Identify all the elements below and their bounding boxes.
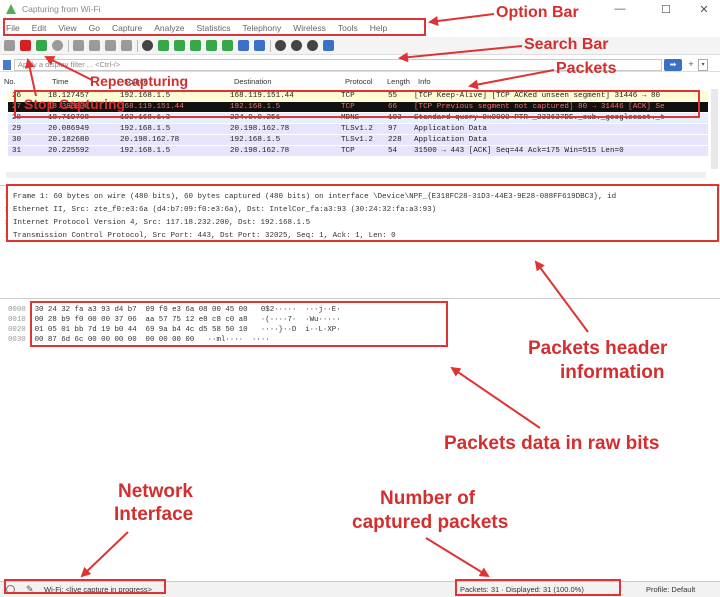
raw-bits-highlight-box (30, 301, 448, 347)
cell-source: 192.168.1.5 (120, 125, 171, 133)
window-title: Capturing from Wi-Fi (22, 4, 101, 14)
packets-label: Packets (556, 60, 617, 77)
back-icon[interactable] (158, 40, 169, 51)
wireshark-app-icon (6, 4, 16, 14)
forward-icon[interactable] (174, 40, 185, 51)
captured-label-1: Number of (380, 488, 475, 509)
restart-icon[interactable] (36, 40, 47, 51)
apply-filter-button[interactable]: ➡ (664, 59, 682, 71)
zoom-reset-icon[interactable] (307, 40, 318, 51)
zoom-in-icon[interactable] (275, 40, 286, 51)
column-length[interactable]: Length (387, 77, 410, 86)
packet-row[interactable]: 30 20.182680 20.198.162.78 192.168.1.5 TLSv1… (8, 135, 708, 145)
first-icon[interactable] (206, 40, 217, 51)
cell-source: 192.168.1.5 (120, 147, 171, 155)
toolbar-divider (270, 39, 271, 52)
main-toolbar (0, 37, 720, 55)
goto-icon[interactable] (190, 40, 201, 51)
filter-dropdown-icon[interactable]: ▾ (698, 59, 708, 71)
cell-protocol: TLSv1.2 (341, 136, 373, 144)
close-button[interactable]: ✕ (684, 0, 720, 18)
cell-protocol: TLSv1.2 (341, 125, 373, 133)
bookmark-icon[interactable] (3, 60, 11, 70)
cell-source: 20.198.162.78 (120, 136, 180, 144)
column-destination[interactable]: Destination (234, 77, 272, 86)
packet-row[interactable]: 31 20.225592 192.168.1.5 20.198.162.78 TCP 54… (8, 146, 708, 156)
captured-label-2: captured packets (352, 512, 509, 533)
repecapturing-label: Repecapturing (90, 73, 189, 89)
close-file-icon[interactable] (105, 40, 116, 51)
maximize-button[interactable]: ☐ (646, 0, 686, 18)
cell-time: 20.225592 (48, 147, 90, 155)
cell-protocol: TCP (341, 147, 355, 155)
cell-length: 54 (388, 147, 398, 155)
option-bar-highlight (3, 18, 426, 36)
profile-status[interactable]: Profile: Default (646, 585, 695, 594)
cell-destination: 192.168.1.5 (230, 136, 281, 144)
find-icon[interactable] (142, 40, 153, 51)
header-info-label-1: Packets header (528, 338, 668, 359)
cell-info: Application Data (414, 125, 487, 133)
header-info-highlight-box (6, 184, 719, 242)
cell-no: 29 (12, 125, 22, 133)
cell-destination: 20.198.162.78 (230, 125, 290, 133)
network-label-2: Interface (114, 504, 194, 525)
zoom-out-icon[interactable] (291, 40, 302, 51)
open-icon[interactable] (73, 40, 84, 51)
toolbar-divider (68, 39, 69, 52)
shark-fin-icon[interactable] (4, 40, 15, 51)
column-no[interactable]: No. (4, 77, 16, 86)
cell-info: Application Data (414, 136, 487, 144)
last-icon[interactable] (222, 40, 233, 51)
cell-time: 20.182680 (48, 136, 90, 144)
options-icon[interactable] (52, 40, 63, 51)
cell-time: 20.086949 (48, 125, 90, 133)
search-bar-label: Search Bar (524, 36, 609, 53)
colorize-icon[interactable] (254, 40, 265, 51)
packet-row[interactable]: 29 20.086949 192.168.1.5 20.198.162.78 TLSv1… (8, 124, 708, 134)
reload-icon[interactable] (121, 40, 132, 51)
column-protocol[interactable]: Protocol (345, 77, 373, 86)
packet-list-scrollbar[interactable] (711, 89, 718, 169)
cell-length: 97 (388, 125, 398, 133)
stop-capturing-label: Stop Capturing (24, 96, 126, 112)
captured-count-highlight-box (455, 579, 621, 596)
raw-bits-label: Packets data in raw bits (444, 433, 660, 454)
toolbar-divider (137, 39, 138, 52)
header-info-label-2: information (560, 362, 665, 383)
cell-info: 31500 → 443 [ACK] Seq=44 Ack=175 Win=515… (414, 147, 624, 155)
packet-list-hscrollbar[interactable] (6, 172, 706, 178)
network-interface-highlight-box (4, 579, 166, 594)
cell-length: 228 (388, 136, 402, 144)
minimize-button[interactable]: — (600, 0, 640, 18)
stop-icon[interactable] (20, 40, 31, 51)
save-icon[interactable] (89, 40, 100, 51)
cell-destination: 20.198.162.78 (230, 147, 290, 155)
column-time[interactable]: Time (52, 77, 68, 86)
add-filter-button[interactable]: + (686, 59, 696, 71)
cell-no: 30 (12, 136, 22, 144)
option-bar-label: Option Bar (496, 4, 579, 21)
cell-no: 31 (12, 147, 22, 155)
column-info[interactable]: Info (418, 77, 431, 86)
autoscroll-icon[interactable] (238, 40, 249, 51)
resize-columns-icon[interactable] (323, 40, 334, 51)
network-label-1: Network (118, 481, 193, 502)
